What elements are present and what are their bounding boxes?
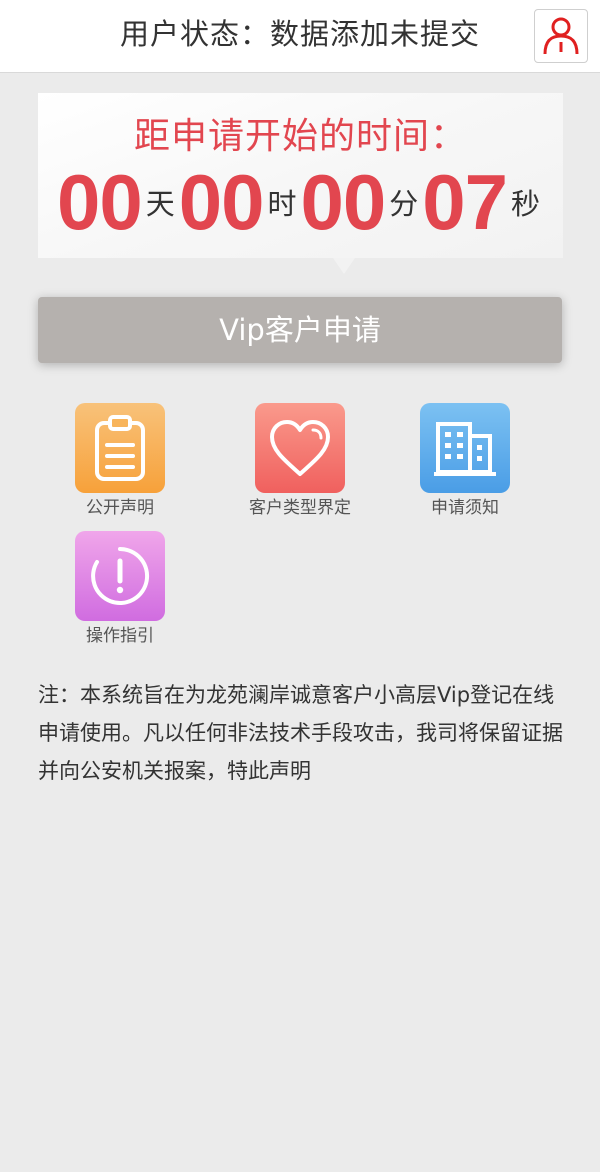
countdown-minutes-unit: 分 [389, 187, 419, 221]
tile-label: 操作指引 [86, 626, 154, 646]
countdown-minutes: 00 [300, 158, 387, 246]
countdown-panel: 距申请开始的时间： 00 天 00 时 00 分 07 秒 [38, 93, 563, 258]
tile-customer-type[interactable]: 客户类型界定 [210, 403, 390, 519]
countdown-days-unit: 天 [145, 187, 175, 221]
header-bar: 用户状态：数据添加未提交 [0, 0, 600, 73]
tile-operation-guide[interactable]: 操作指引 [30, 531, 210, 647]
countdown-hours: 00 [178, 158, 265, 246]
tile-label: 公开声明 [86, 498, 154, 518]
countdown-days: 00 [56, 158, 143, 246]
tile-icon-bg [75, 531, 165, 621]
tile-label: 申请须知 [431, 498, 499, 518]
person-icon [543, 17, 579, 55]
countdown-seconds: 07 [422, 158, 508, 246]
clipboard-icon [95, 415, 145, 481]
disclaimer-note: 注：本系统旨在为龙苑澜岸诚意客户小高层Vip登记在线申请使用。凡以任何非法技术手… [38, 683, 563, 783]
user-profile-button[interactable] [534, 9, 588, 63]
tile-application-notice[interactable]: 申请须知 [375, 403, 555, 519]
tile-icon-bg [75, 403, 165, 493]
countdown-hours-unit: 时 [267, 187, 297, 221]
countdown-title: 距申请开始的时间： [133, 116, 467, 157]
tile-icon-bg [420, 403, 510, 493]
vip-apply-button[interactable]: Vip客户申请 [38, 297, 562, 363]
page-title: 用户状态：数据添加未提交 [119, 17, 480, 51]
tile-label: 客户类型界定 [249, 498, 351, 518]
tile-public-statement[interactable]: 公开声明 [30, 403, 210, 519]
countdown-seconds-unit: 秒 [511, 187, 541, 221]
building-icon [434, 422, 496, 476]
tile-icon-bg [255, 403, 345, 493]
alert-circle-icon [91, 546, 150, 605]
countdown-timer: 00 天 00 时 00 分 07 秒 [38, 158, 563, 246]
heart-icon [270, 420, 330, 476]
countdown-pointer [333, 258, 355, 274]
